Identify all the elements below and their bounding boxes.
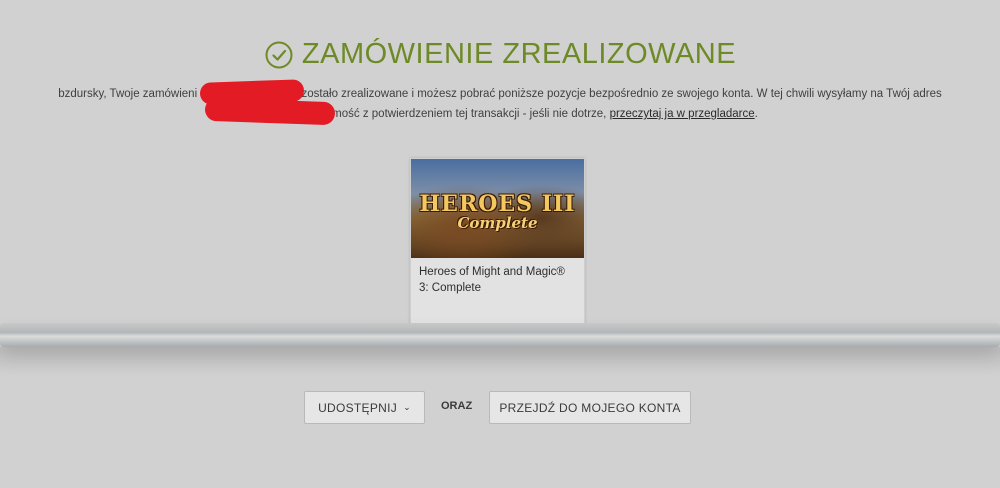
shelf-shadow — [0, 347, 1000, 377]
product-card[interactable]: HEROES III Complete Heroes of Might and … — [410, 158, 585, 326]
read-in-browser-link[interactable]: przeczytaj ja w przegladarce — [610, 108, 755, 120]
username: bzdursky — [58, 88, 104, 100]
go-to-account-button[interactable]: PRZEJDŹ DO MOJEGO KONTA — [489, 391, 691, 424]
page-title-text: ZAMÓWIENIE ZREALIZOWANE — [301, 38, 737, 70]
shelf — [0, 323, 1000, 347]
or-label: ORAZ — [441, 400, 473, 412]
confirmation-message: bzdursky, Twoje zamówieni zostało zreali… — [58, 88, 942, 120]
redaction-mark — [204, 97, 336, 126]
product-name[interactable]: Heroes of Might and Magic® 3: Complete — [411, 258, 584, 302]
share-button[interactable]: UDOSTĘPNIJ ⌄ — [304, 391, 425, 424]
check-circle-icon — [265, 41, 293, 68]
chevron-down-icon: ⌄ — [403, 402, 411, 412]
product-cover-image[interactable]: HEROES III Complete — [411, 159, 584, 258]
page-title: ZAMÓWIENIE ZREALIZOWANE — [0, 38, 1000, 71]
